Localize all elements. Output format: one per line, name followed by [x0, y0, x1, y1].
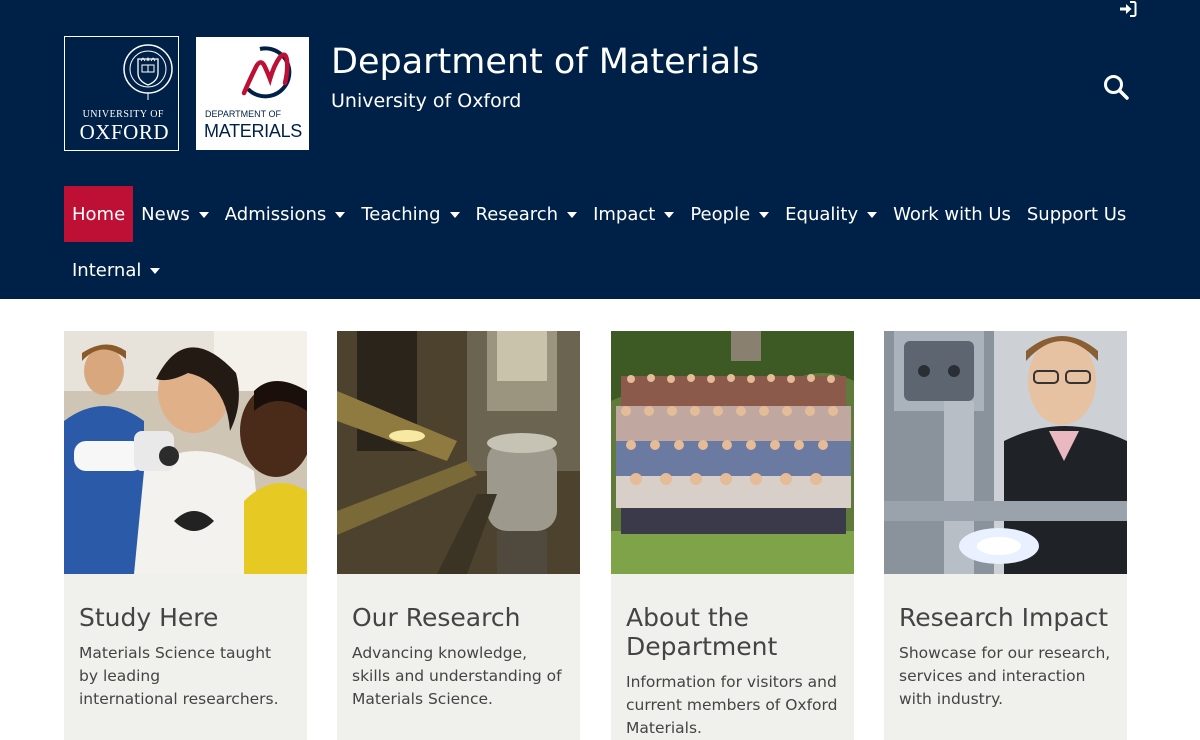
card-photo-microscope-stage[interactable]: [337, 331, 580, 574]
materials-m-logo-icon: [241, 46, 292, 99]
nav-label: Internal: [72, 259, 142, 281]
caret-down-icon: [198, 212, 209, 218]
nav-item-support-us[interactable]: Support Us: [1019, 186, 1134, 242]
nav-item-news[interactable]: News: [133, 186, 217, 242]
card-title: Study Here: [79, 603, 219, 632]
nav-label: People: [690, 203, 751, 225]
nav-label: Research: [475, 203, 559, 225]
oxford-crest-icon: [123, 44, 173, 100]
oxford-logo-line2: OXFORD: [79, 120, 169, 144]
site-title[interactable]: Department of Materials: [331, 42, 759, 82]
nav-label: Work with Us: [893, 203, 1011, 225]
card-description: Advancing knowledge, skills and understa…: [352, 644, 562, 708]
nav-label: Impact: [593, 203, 656, 225]
nav-item-work-with-us[interactable]: Work with Us: [885, 186, 1019, 242]
nav-label: News: [141, 203, 190, 225]
nav-item-teaching[interactable]: Teaching: [353, 186, 467, 242]
caret-down-icon: [449, 212, 460, 218]
caret-down-icon: [867, 212, 878, 218]
dept-logo-line1: DEPARTMENT OF: [205, 109, 282, 119]
oxford-university-logo[interactable]: UNIVERSITY OF OXFORD: [64, 36, 179, 151]
card-about-department[interactable]: About the Department Information for vis…: [611, 331, 854, 740]
card-our-research[interactable]: Our Research Advancing knowledge, skills…: [337, 331, 580, 740]
nav-item-admissions[interactable]: Admissions: [217, 186, 354, 242]
card-description: Materials Science taught by leading inte…: [79, 644, 279, 708]
caret-down-icon: [759, 212, 770, 218]
sign-in-icon[interactable]: [1119, 0, 1137, 18]
site-subtitle[interactable]: University of Oxford: [331, 90, 521, 112]
oxford-logo-line1: UNIVERSITY OF: [82, 109, 164, 120]
nav-item-people[interactable]: People: [682, 186, 777, 242]
nav-item-research[interactable]: Research: [468, 186, 586, 242]
nav-label: Support Us: [1026, 203, 1127, 225]
nav-row-1: Home News Admissions Teaching Research I…: [64, 186, 1134, 242]
search-icon[interactable]: [1102, 73, 1130, 101]
nav-label: Equality: [785, 203, 859, 225]
card-description: Information for visitors and current mem…: [626, 673, 838, 737]
nav-label: Teaching: [361, 203, 441, 225]
card-title: Our Research: [352, 603, 521, 632]
caret-down-icon: [335, 212, 346, 218]
dept-logo-line2: MATERIALS: [204, 121, 302, 141]
nav-label: Admissions: [224, 203, 327, 225]
nav-item-equality[interactable]: Equality: [777, 186, 885, 242]
site-header: UNIVERSITY OF OXFORD DEPARTMENT OF MATER…: [0, 0, 1200, 299]
nav-row-2: Internal: [64, 242, 168, 298]
caret-down-icon: [664, 212, 675, 218]
nav-item-home[interactable]: Home: [64, 186, 134, 242]
nav-item-internal[interactable]: Internal: [64, 242, 168, 298]
card-title: About the Department: [626, 603, 778, 661]
card-description: Showcase for our research, services and …: [899, 644, 1111, 708]
department-logo[interactable]: DEPARTMENT OF MATERIALS: [196, 37, 309, 150]
nav-label: Home: [72, 203, 126, 225]
caret-down-icon: [150, 268, 161, 274]
card-research-impact[interactable]: Research Impact Showcase for our researc…: [884, 331, 1127, 740]
caret-down-icon: [567, 212, 578, 218]
card-photo-students-microscope[interactable]: [64, 331, 307, 574]
nav-item-impact[interactable]: Impact: [585, 186, 682, 242]
card-study-here[interactable]: Study Here Materials Science taught by l…: [64, 331, 307, 740]
card-photo-department-group[interactable]: [611, 331, 854, 574]
card-photo-researcher-equipment[interactable]: [884, 331, 1127, 574]
feature-cards: Study Here Materials Science taught by l…: [64, 331, 1136, 740]
card-title: Research Impact: [899, 603, 1109, 632]
